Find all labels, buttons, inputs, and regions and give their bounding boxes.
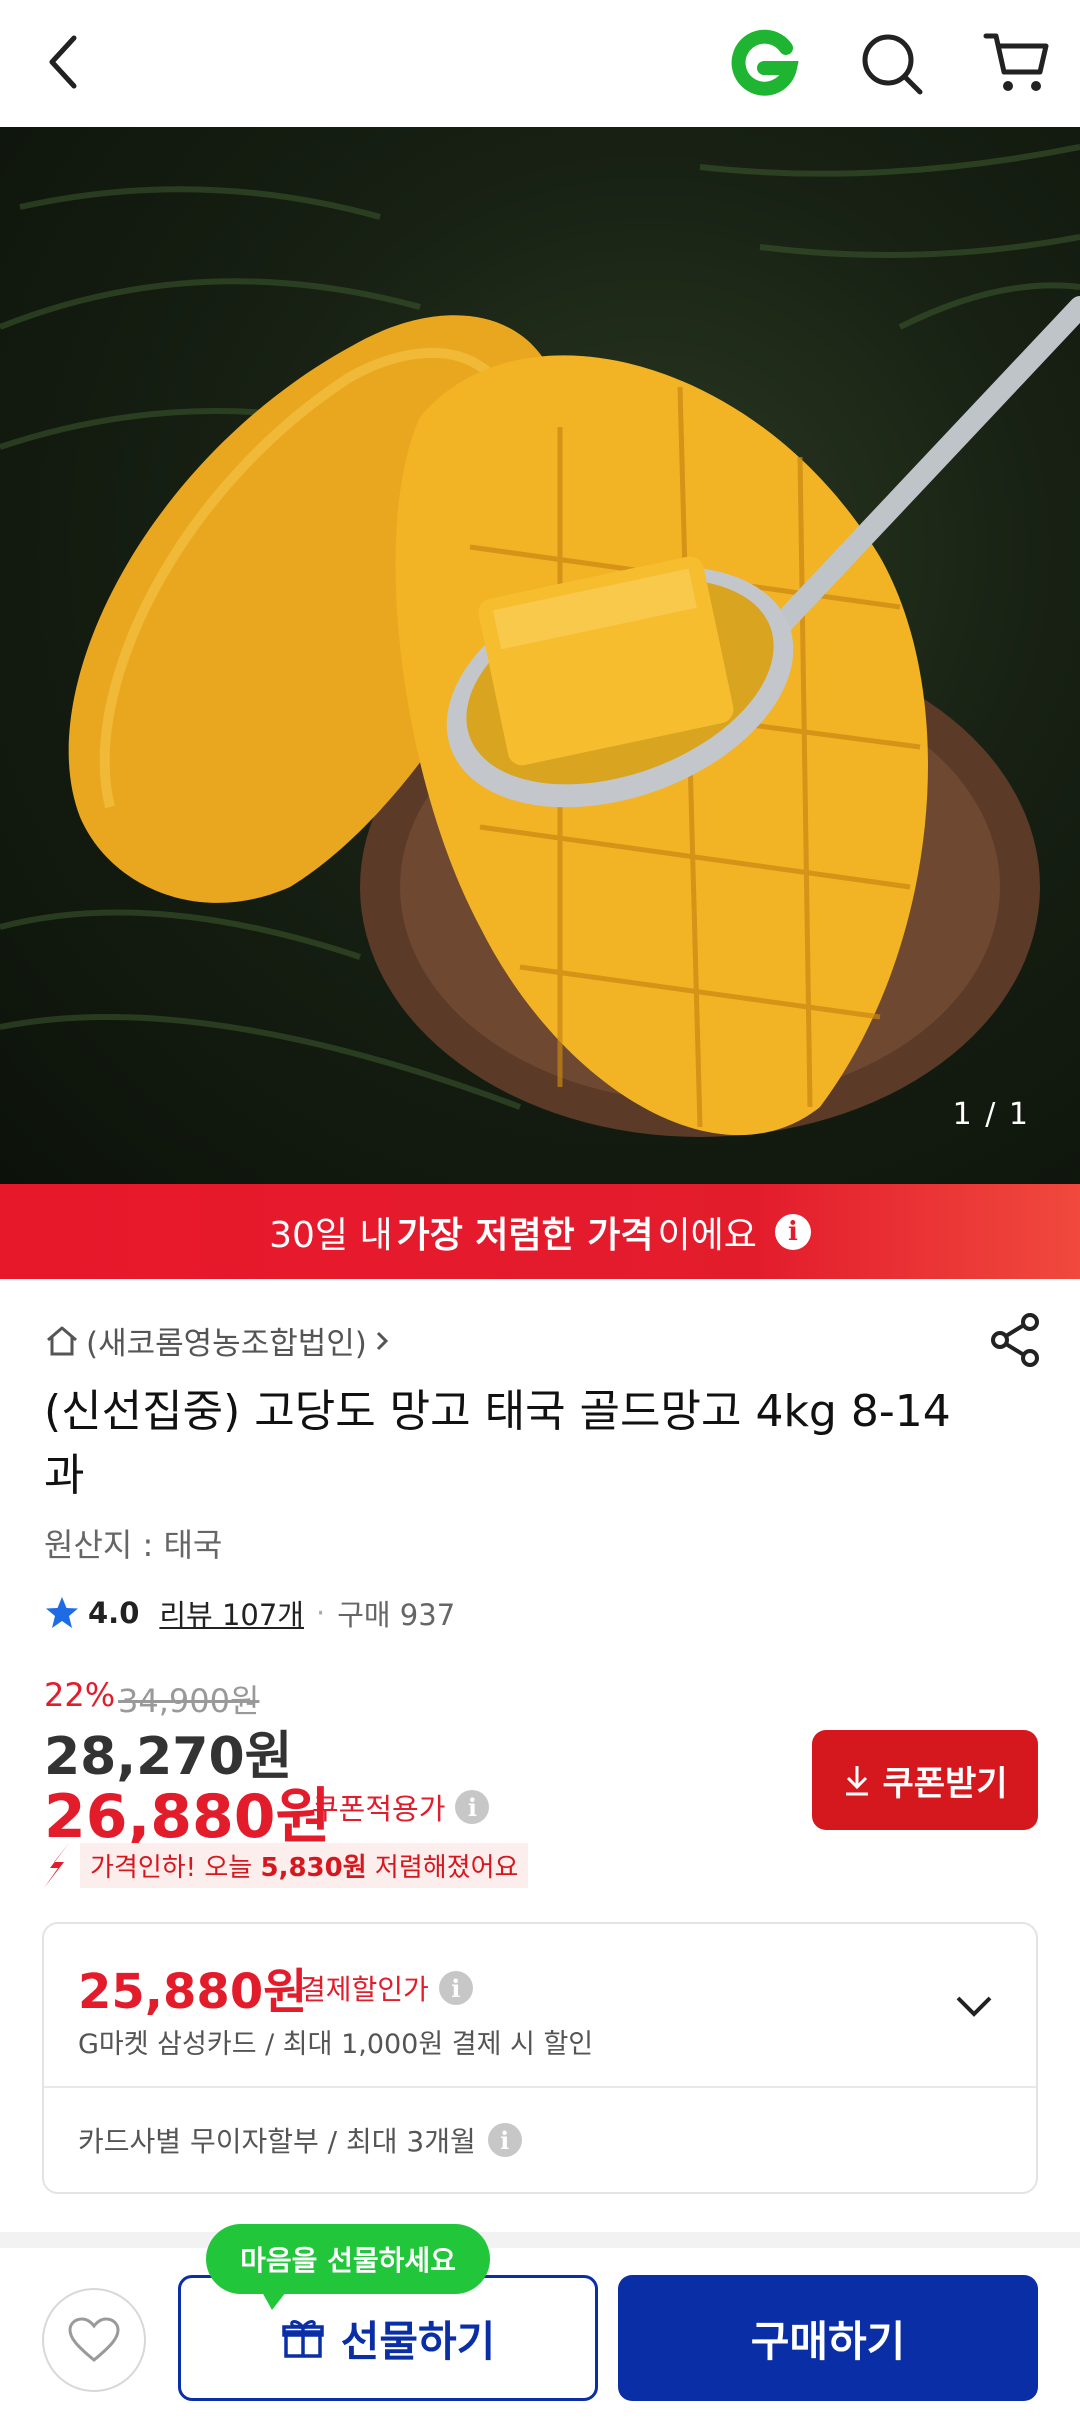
seller-link[interactable]: (새코롬영농조합법인) bbox=[44, 1318, 391, 1363]
product-title: (신선집중) 고당도 망고 태국 골드망고 4kg 8-14과 bbox=[44, 1386, 951, 1501]
buy-button[interactable]: 구매하기 bbox=[618, 2275, 1038, 2401]
gift-tooltip: 마음을 선물하세요 bbox=[206, 2224, 490, 2310]
purchase-count: 구매 937 bbox=[337, 1598, 456, 1632]
product-image[interactable]: 1 / 1 bbox=[0, 127, 1080, 1184]
gift-icon bbox=[281, 2320, 324, 2358]
installment-info: 카드사별 무이자할부 / 최대 3개월 i bbox=[78, 2120, 522, 2160]
coupon-label-text: 쿠폰적용가 bbox=[312, 1792, 446, 1826]
review-link[interactable]: 리뷰 107개 bbox=[159, 1592, 304, 1634]
banner-bold: 가장 저렴한 가격 bbox=[396, 1214, 654, 1256]
bottom-action-bar: 선물하기 구매하기 bbox=[0, 2248, 1080, 2421]
info-icon[interactable]: i bbox=[774, 1213, 811, 1250]
price-drop-badge: 가격인하! 오늘 5,830원 저렴해졌어요 bbox=[40, 1840, 529, 1890]
share-icon[interactable] bbox=[988, 1312, 1044, 1368]
payment-discount-detail: G마켓 삼성카드 / 최대 1,000원 결제 시 할인 bbox=[78, 2029, 594, 2060]
payment-discount-label: 결제할인가 i bbox=[300, 1968, 473, 2008]
payment-label-text: 결제할인가 bbox=[300, 1973, 429, 2006]
cart-icon[interactable] bbox=[980, 26, 1052, 98]
chevron-down-icon[interactable] bbox=[952, 1984, 996, 2028]
search-icon[interactable] bbox=[856, 28, 928, 100]
star-icon bbox=[46, 1597, 78, 1628]
price-drop-amount: 5,830원 bbox=[260, 1852, 367, 1883]
rating-row: 4.0 리뷰 107개 · 구매 937 bbox=[44, 1592, 455, 1634]
top-bar bbox=[0, 0, 1080, 127]
coupon-price-label: 쿠폰적용가 i bbox=[312, 1786, 490, 1828]
installment-text: 카드사별 무이자할부 / 최대 3개월 bbox=[78, 2125, 476, 2158]
gmarket-logo-icon[interactable] bbox=[728, 28, 800, 100]
home-icon bbox=[47, 1326, 77, 1355]
product-origin: 원산지 : 태국 bbox=[44, 1526, 223, 1564]
price-drop-suffix: 저렴해졌어요 bbox=[366, 1852, 519, 1883]
seller-name: (새코롬영농조합법인) bbox=[86, 1326, 367, 1362]
image-counter: 1 / 1 bbox=[952, 1097, 1030, 1132]
rating-score: 4.0 bbox=[88, 1596, 140, 1630]
payment-discount-price: 25,880원 bbox=[78, 1964, 308, 2020]
get-coupon-button[interactable]: 쿠폰받기 bbox=[812, 1730, 1038, 1830]
price-drop-prefix: 가격인하! 오늘 bbox=[90, 1852, 261, 1883]
banner-suffix: 이에요 bbox=[657, 1214, 757, 1256]
back-icon[interactable] bbox=[36, 30, 92, 94]
payment-discount-card[interactable]: 25,880원 결제할인가 i G마켓 삼성카드 / 최대 1,000원 결제 … bbox=[42, 1922, 1038, 2194]
info-icon[interactable]: i bbox=[438, 1971, 473, 2005]
banner-prefix: 30일 내 bbox=[269, 1214, 393, 1256]
wishlist-heart-icon[interactable] bbox=[42, 2288, 146, 2392]
chevron-right-icon bbox=[376, 1331, 388, 1350]
divider bbox=[44, 2086, 1036, 2088]
price-drop-text: 가격인하! 오늘 5,830원 저렴해졌어요 bbox=[80, 1842, 529, 1888]
down-arrow-icon bbox=[44, 1842, 70, 1888]
download-icon bbox=[846, 1766, 869, 1796]
separator-dot: · bbox=[316, 1596, 326, 1630]
gift-button-label: 선물하기 bbox=[340, 2317, 496, 2365]
coupon-button-label: 쿠폰받기 bbox=[882, 1764, 1008, 1803]
lowest-price-banner[interactable]: 30일 내 가장 저렴한 가격 이에요 i bbox=[0, 1184, 1080, 1279]
info-icon[interactable]: i bbox=[487, 2123, 522, 2157]
info-icon[interactable]: i bbox=[455, 1790, 490, 1824]
discount-percent: 22% bbox=[44, 1676, 116, 1714]
section-divider bbox=[0, 2232, 1080, 2248]
